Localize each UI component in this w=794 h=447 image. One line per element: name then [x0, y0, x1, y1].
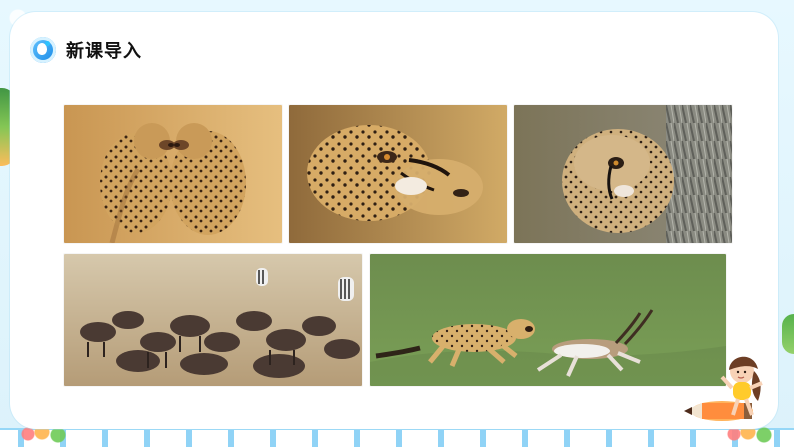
wildebeest-migration-photo — [64, 254, 362, 386]
content-card: 新课导入 — [10, 12, 778, 429]
bottom-decoration — [0, 423, 794, 447]
girl-riding-pencil — [684, 347, 784, 437]
cheetah-by-tree-photo — [514, 105, 732, 243]
section-title: 新课导入 — [66, 41, 142, 62]
brand-icon — [30, 37, 56, 63]
cheetah-chasing-gazelle-photo — [370, 254, 726, 386]
cheetahs-touching-photo — [64, 105, 282, 243]
section-header: 新课导入 — [30, 37, 142, 63]
cheetah-face-closeup-photo — [289, 105, 507, 243]
